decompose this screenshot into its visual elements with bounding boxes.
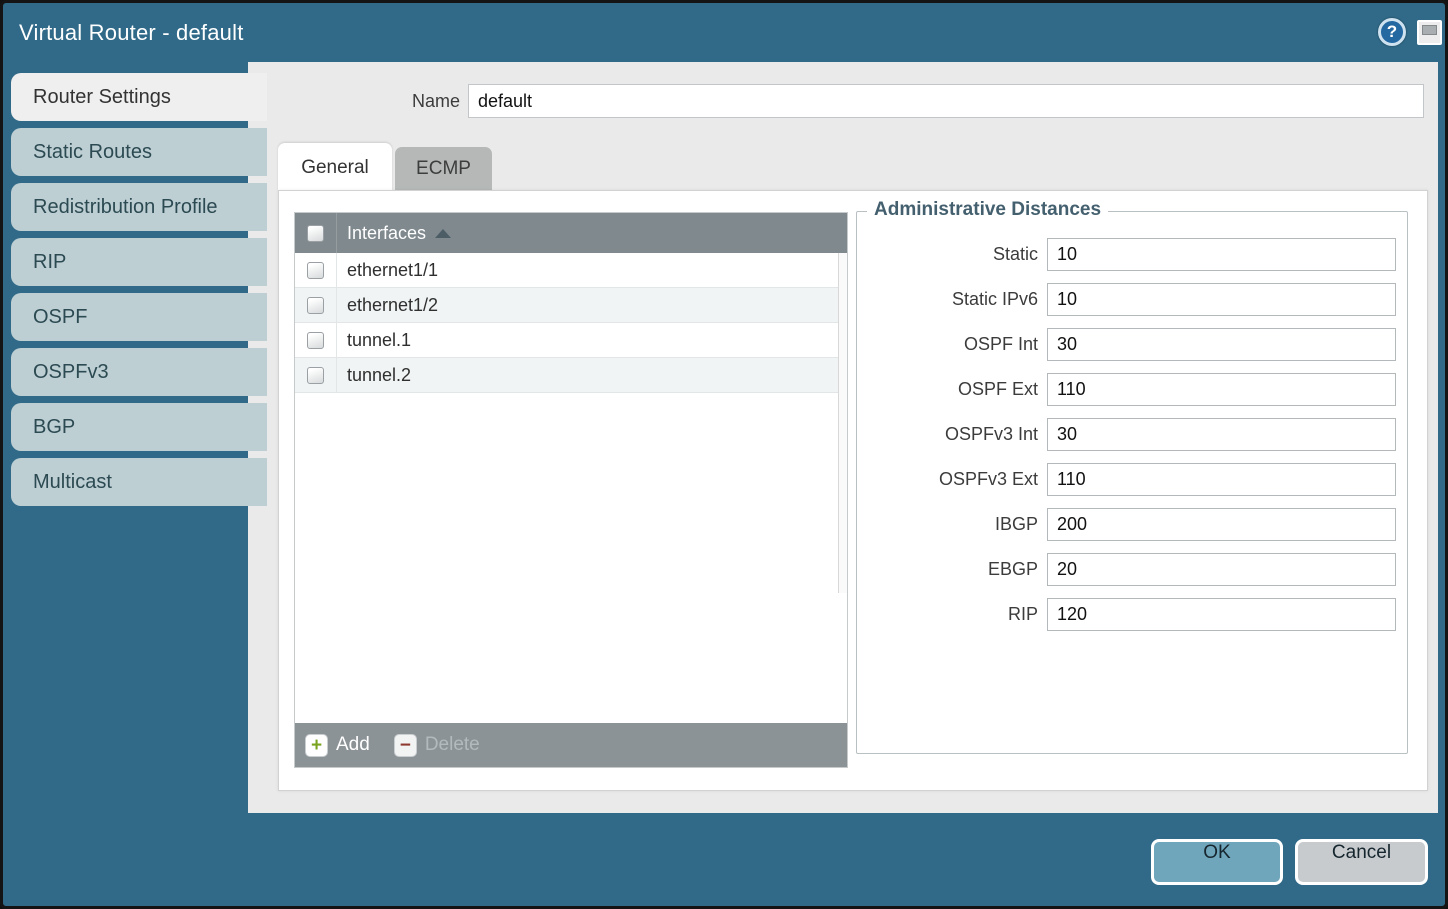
ospfv3-int-input[interactable]: [1047, 418, 1396, 451]
row-checkbox[interactable]: [307, 297, 324, 314]
ok-button[interactable]: OK: [1151, 839, 1283, 885]
select-all-checkbox[interactable]: [307, 225, 324, 242]
sidebar-item-label: OSPFv3: [33, 361, 109, 383]
row-checkbox-cell: [295, 323, 337, 357]
field-label: EBGP: [857, 559, 1047, 580]
interface-name: tunnel.2: [347, 365, 411, 386]
admin-distances-title: Administrative Distances: [867, 199, 1108, 221]
sidebar-item-rip[interactable]: RIP: [11, 238, 267, 286]
delete-button-label: Delete: [425, 734, 480, 756]
tab-label: General: [301, 157, 369, 178]
window-restore-icon-inner: [1422, 25, 1437, 35]
interfaces-table-toolbar: + Add − Delete: [295, 723, 847, 767]
delete-button[interactable]: − Delete: [394, 734, 480, 757]
admin-distance-row-ospfv3-int: OSPFv3 Int: [857, 418, 1407, 451]
window-restore-icon[interactable]: [1417, 20, 1442, 45]
row-checkbox[interactable]: [307, 332, 324, 349]
admin-distance-row-ebgp: EBGP: [857, 553, 1407, 586]
cancel-button[interactable]: Cancel: [1295, 839, 1428, 885]
field-label: OSPF Ext: [857, 379, 1047, 400]
admin-distance-row-ospf-int: OSPF Int: [857, 328, 1407, 361]
row-checkbox-cell: [295, 253, 337, 287]
general-tab-content: Interfaces ethernet1/1 ethernet1/2 tunnel.…: [278, 190, 1428, 791]
table-row[interactable]: tunnel.1: [295, 323, 847, 358]
table-row[interactable]: ethernet1/1: [295, 253, 847, 288]
add-button[interactable]: + Add: [305, 734, 370, 757]
header-checkbox-cell: [295, 213, 337, 253]
sidebar: Router Settings Static Routes Redistributi…: [11, 73, 267, 513]
admin-distance-row-static: Static: [857, 238, 1407, 271]
field-label: OSPFv3 Ext: [857, 469, 1047, 490]
interfaces-column-header[interactable]: Interfaces: [347, 223, 426, 244]
main-panel: Name GeneralECMP Interfaces ethernet1/1e…: [248, 62, 1438, 813]
static-ipv6-input[interactable]: [1047, 283, 1396, 316]
sidebar-item-static-routes[interactable]: Static Routes: [11, 128, 267, 176]
sidebar-item-bgp[interactable]: BGP: [11, 403, 267, 451]
field-label: RIP: [857, 604, 1047, 625]
ibgp-input[interactable]: [1047, 508, 1396, 541]
sidebar-item-label: OSPF: [33, 306, 87, 328]
interfaces-table-header: Interfaces: [295, 213, 847, 253]
ebgp-input[interactable]: [1047, 553, 1396, 586]
title-bar: Virtual Router - default ?: [3, 3, 1445, 65]
ospfv3-ext-input[interactable]: [1047, 463, 1396, 496]
table-scrollbar[interactable]: [838, 253, 847, 593]
dialog-title: Virtual Router - default: [19, 3, 244, 63]
field-label: Static IPv6: [857, 289, 1047, 310]
tab-label: ECMP: [416, 158, 471, 179]
field-label: IBGP: [857, 514, 1047, 535]
interface-name: tunnel.1: [347, 330, 411, 351]
static-input[interactable]: [1047, 238, 1396, 271]
row-checkbox[interactable]: [307, 367, 324, 384]
admin-distance-row-ospf-ext: OSPF Ext: [857, 373, 1407, 406]
admin-distance-row-ospfv3-ext: OSPFv3 Ext: [857, 463, 1407, 496]
row-checkbox-cell: [295, 288, 337, 322]
sidebar-item-label: Multicast: [33, 471, 112, 493]
name-input[interactable]: [468, 84, 1424, 118]
interfaces-table: Interfaces ethernet1/1 ethernet1/2 tunnel.…: [294, 212, 848, 768]
admin-distance-row-ibgp: IBGP: [857, 508, 1407, 541]
sidebar-item-label: RIP: [33, 251, 66, 273]
row-checkbox-cell: [295, 358, 337, 392]
interface-name: ethernet1/2: [347, 295, 438, 316]
sidebar-item-ospf[interactable]: OSPF: [11, 293, 267, 341]
sidebar-item-label: Router Settings: [33, 86, 171, 108]
name-label: Name: [248, 84, 460, 118]
interfaces-table-body: ethernet1/1 ethernet1/2 tunnel.1 tunnel.2: [295, 253, 847, 723]
virtual-router-dialog: Virtual Router - default ? Router Settin…: [0, 0, 1448, 909]
admin-distance-row-rip: RIP: [857, 598, 1407, 631]
field-label: OSPF Int: [857, 334, 1047, 355]
field-label: Static: [857, 244, 1047, 265]
tab-ecmp[interactable]: ECMP: [395, 147, 492, 191]
admin-distance-row-static-ipv6: Static IPv6: [857, 283, 1407, 316]
add-button-label: Add: [336, 734, 370, 756]
sidebar-item-label: Static Routes: [33, 141, 152, 163]
minus-icon: −: [394, 734, 417, 757]
sidebar-item-multicast[interactable]: Multicast: [11, 458, 267, 506]
rip-input[interactable]: [1047, 598, 1396, 631]
sidebar-item-ospfv3[interactable]: OSPFv3: [11, 348, 267, 396]
row-checkbox[interactable]: [307, 262, 324, 279]
table-row[interactable]: ethernet1/2: [295, 288, 847, 323]
admin-distances-fieldset: Administrative Distances StaticStatic IP…: [856, 211, 1408, 754]
help-icon[interactable]: ?: [1378, 18, 1406, 46]
plus-icon: +: [305, 734, 328, 757]
sort-ascending-icon[interactable]: [435, 229, 451, 238]
sidebar-item-label: Redistribution Profile: [33, 196, 218, 218]
sidebar-item-label: BGP: [33, 416, 75, 438]
ospf-int-input[interactable]: [1047, 328, 1396, 361]
sidebar-item-router-settings[interactable]: Router Settings: [11, 73, 267, 121]
admin-distance-fields: Static Static IPv6 OSPF Int OSPF Ext OSPFv3 …: [857, 238, 1407, 643]
interface-name: ethernet1/1: [347, 260, 438, 281]
table-row[interactable]: tunnel.2: [295, 358, 847, 393]
ospf-ext-input[interactable]: [1047, 373, 1396, 406]
sidebar-item-redistribution-profile[interactable]: Redistribution Profile: [11, 183, 267, 231]
field-label: OSPFv3 Int: [857, 424, 1047, 445]
tab-general[interactable]: General: [278, 143, 392, 191]
